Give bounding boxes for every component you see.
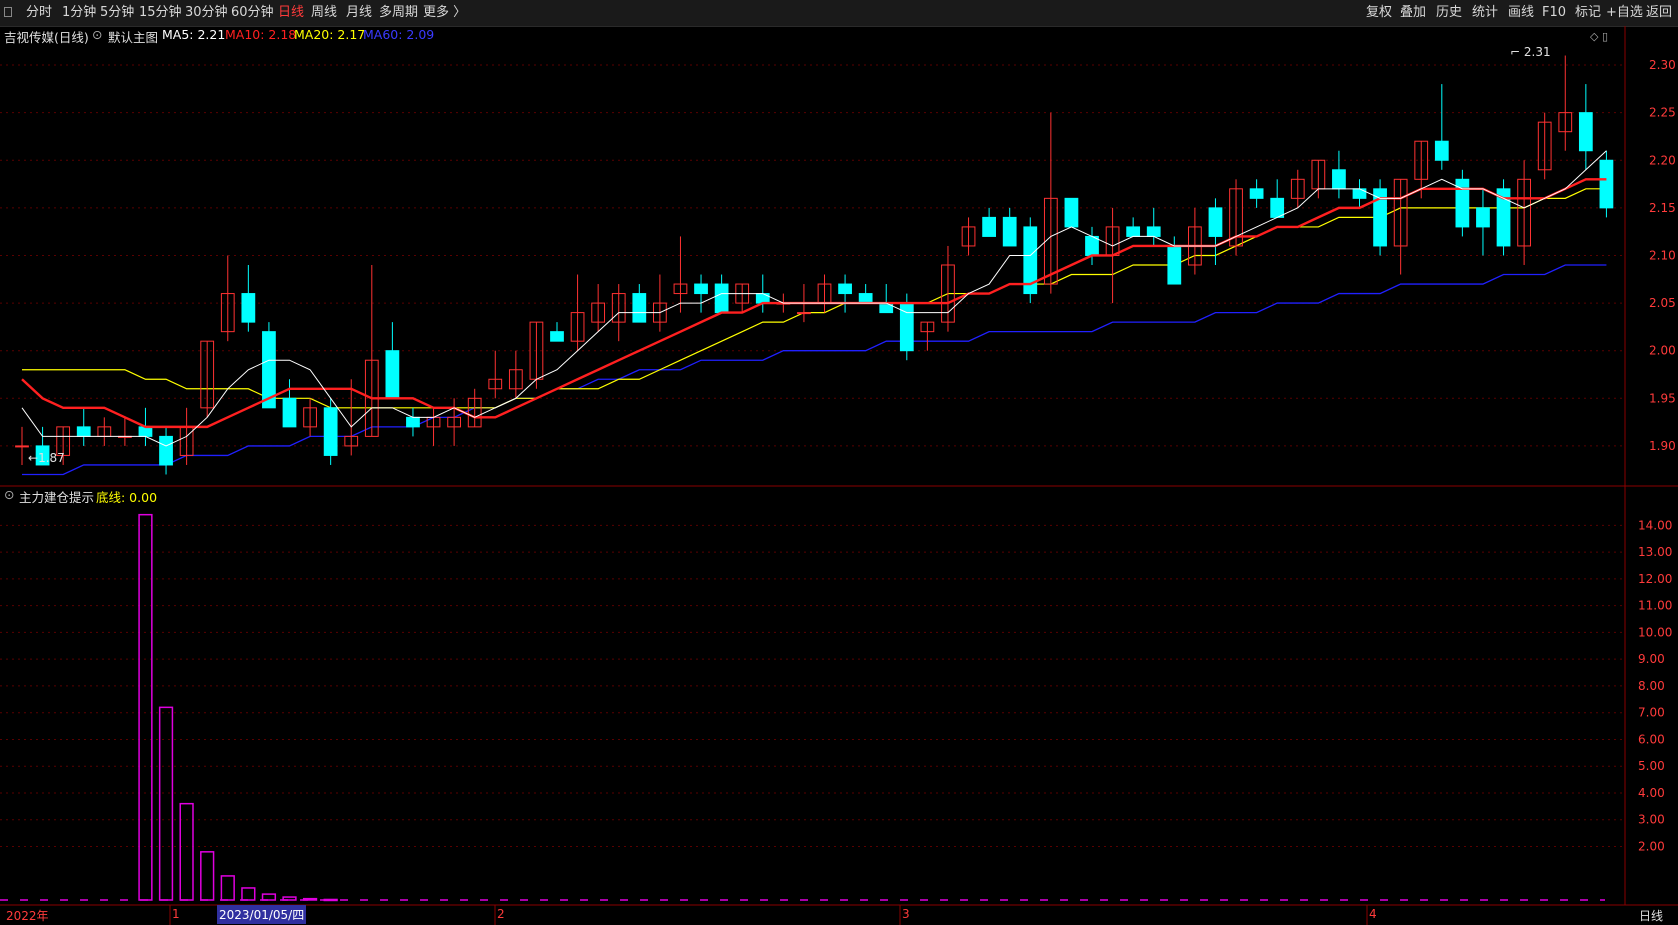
candle-body [1332, 169, 1346, 190]
candle-body [1599, 159, 1614, 209]
candle-body [282, 397, 297, 428]
price-tick-label: 2.25 [1649, 106, 1676, 120]
candle-body [982, 216, 996, 237]
indicator-bar [261, 893, 277, 901]
ma60-line [22, 264, 1607, 476]
ma5-value: MA5: 2.21 [162, 27, 226, 42]
low-price-label: ←1.87 [28, 451, 65, 465]
stock-title: 吉视传媒(日线) [4, 30, 89, 45]
candle-body [385, 350, 400, 399]
candle-body [15, 445, 29, 448]
diamond-icon[interactable]: ◇ [1590, 30, 1598, 43]
template-label[interactable]: 默认主图 [108, 27, 158, 46]
price-tick-label: 2.05 [1649, 296, 1676, 310]
indicator-tick-label: 13.00 [1638, 545, 1672, 559]
indicator-tick-label: 4.00 [1638, 786, 1665, 800]
candle-body [550, 331, 564, 342]
candle-body [76, 426, 91, 437]
candle-body [1085, 235, 1099, 256]
candle-body [838, 283, 852, 295]
high-price-label: ⌐ 2.31 [1510, 45, 1551, 59]
indicator-bar [200, 851, 215, 901]
price-tick-label: 2.30 [1649, 58, 1676, 72]
template-menu-icon[interactable]: ⊙ [92, 27, 102, 42]
candle-body [694, 283, 708, 295]
candle-body [241, 293, 256, 323]
month-label-1: 1 [172, 907, 180, 921]
indicator-bar [302, 897, 318, 901]
candle-body [1167, 245, 1182, 285]
indicator-tick-label: 14.00 [1638, 518, 1672, 532]
ma10-value: MA10: 2.18 [225, 27, 297, 42]
restore-icon[interactable]: ▯ [1602, 30, 1608, 43]
indicator-bar [138, 513, 153, 901]
candle-body [1249, 188, 1264, 199]
candle-body [1126, 226, 1141, 237]
candle-body [138, 426, 153, 437]
candle-body [1578, 112, 1593, 152]
indicator-bar [241, 887, 256, 901]
high-price-value: 2.31 [1523, 45, 1551, 59]
candle-body [632, 293, 647, 323]
month-label-4: 4 [1369, 907, 1377, 921]
indicator-tick-label: 12.00 [1638, 572, 1672, 586]
candle-body [159, 435, 173, 466]
month-label-2: 2 [497, 907, 505, 921]
indicator-tick-label: 7.00 [1638, 706, 1665, 720]
indicator-tick-label: 10.00 [1638, 625, 1672, 639]
indicator-bar [158, 706, 174, 901]
indicator-bar [323, 898, 338, 902]
candle-body [1352, 188, 1367, 199]
candle-body [1270, 197, 1285, 218]
candle-body [797, 312, 811, 315]
candle-body [1146, 226, 1161, 237]
price-tick-label: 2.20 [1649, 153, 1676, 167]
candle-body [755, 293, 770, 304]
low-price-value: 1.87 [38, 451, 65, 465]
indicator-tick-label: 5.00 [1638, 759, 1665, 773]
candle-body [1002, 216, 1017, 247]
candle-body [406, 416, 420, 428]
indicator-bar [282, 896, 297, 901]
indicator-tick-label: 6.00 [1638, 732, 1665, 746]
indicator-menu-icon[interactable]: ⊙ [4, 487, 14, 502]
indicator-bar [179, 802, 194, 901]
window-controls[interactable]: ◇ ▯ [1590, 30, 1608, 43]
period-indicator: 日线 [1639, 909, 1664, 923]
price-tick-label: 2.10 [1649, 248, 1676, 262]
month-label-3: 3 [902, 907, 910, 921]
baseline-value: 底线: 0.00 [96, 490, 158, 505]
price-tick-label: 1.95 [1649, 391, 1676, 405]
indicator-tick-label: 8.00 [1638, 679, 1665, 693]
indicator-tick-label: 9.00 [1638, 652, 1665, 666]
indicator-tick-label: 3.00 [1638, 813, 1665, 827]
indicator-bar [220, 875, 235, 901]
candle-body [879, 302, 894, 314]
indicator-tick-label: 11.00 [1638, 599, 1672, 613]
year-label: 2022年 [6, 909, 49, 923]
indicator-title[interactable]: 主力建仓提示 [19, 487, 94, 506]
price-tick-label: 2.00 [1649, 344, 1676, 358]
candle-body [323, 407, 338, 456]
candle-body [1434, 140, 1449, 161]
candle-body [714, 283, 729, 314]
date-cursor-label: 2023/01/05/四 [217, 905, 307, 924]
chart-canvas[interactable]: 1.90 1.95 2.00 2.05 2.10 2.15 2.20 2.25 2.30 2.00… [0, 0, 1678, 925]
candle-body [1064, 197, 1079, 228]
indicator-tick-label: 2.00 [1638, 839, 1665, 853]
candle-body [1208, 207, 1223, 237]
candle-body [858, 293, 873, 304]
ma20-value: MA20: 2.17 [294, 27, 366, 42]
candle-body [1476, 207, 1490, 228]
price-tick-label: 2.15 [1649, 201, 1676, 215]
ma60-value: MA60: 2.09 [363, 27, 435, 42]
price-tick-label: 1.90 [1649, 439, 1676, 453]
ma20-line [22, 188, 1607, 409]
